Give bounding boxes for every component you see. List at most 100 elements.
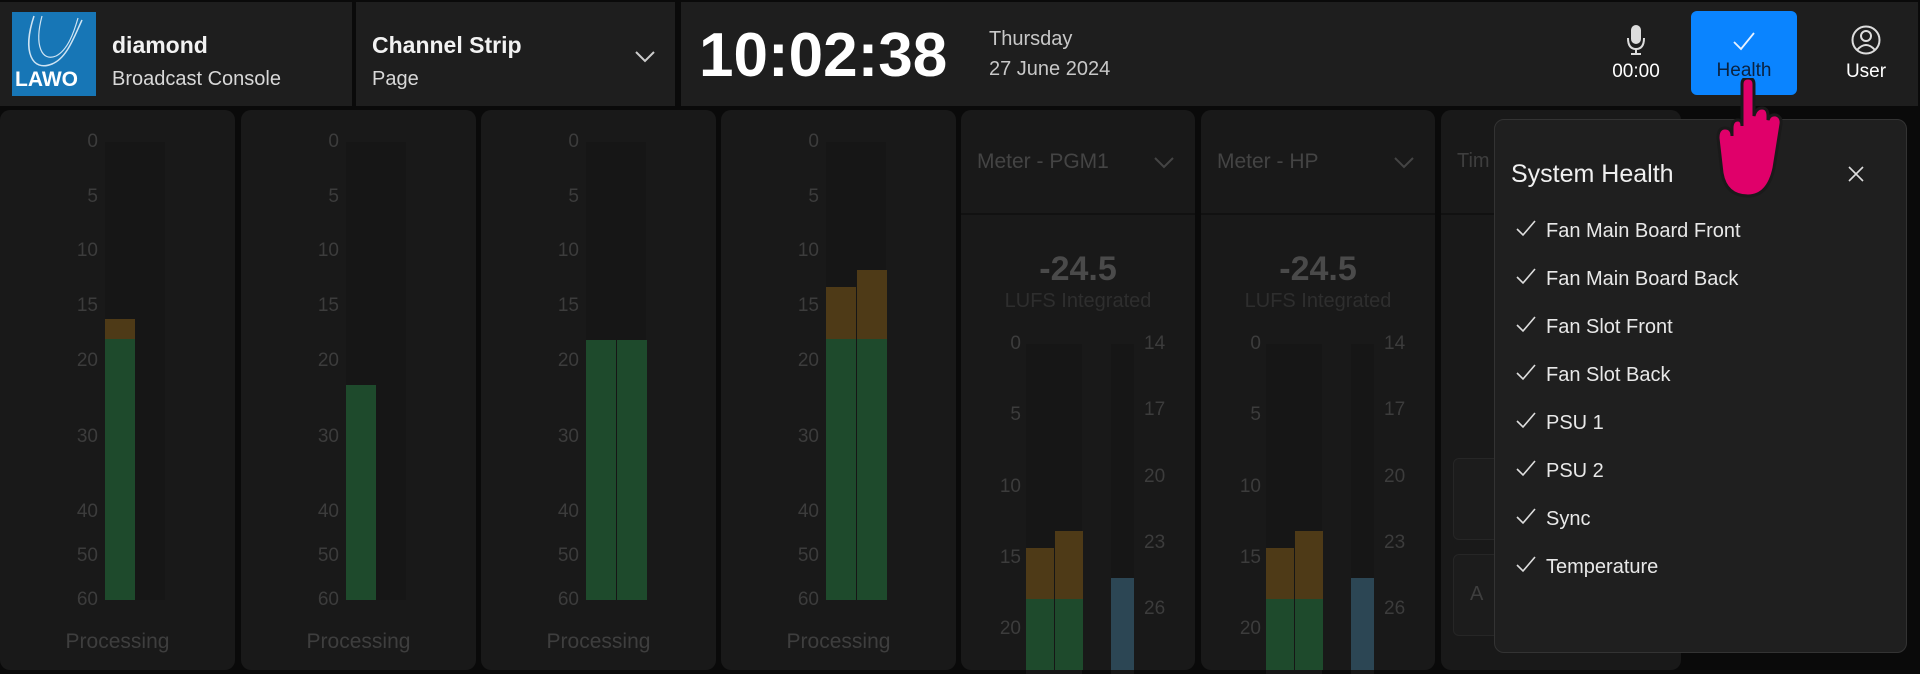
scale-tick-label: 0: [87, 131, 98, 152]
meter-level-bar: [1026, 599, 1054, 670]
page-selector-subtitle: Page: [372, 68, 419, 90]
meter-level-bar: [1266, 599, 1294, 670]
microphone-icon: [1627, 25, 1645, 55]
health-item: Fan Slot Back: [1495, 360, 1671, 390]
mic-button[interactable]: 00:00: [1603, 24, 1669, 83]
clock-date: 27 June 2024: [989, 58, 1111, 80]
scale-tick-label: 0: [1010, 333, 1021, 354]
check-icon: [1515, 507, 1546, 531]
brand-panel: LAWO diamond Broadcast Console: [0, 2, 352, 106]
scale-tick-label: 10: [76, 240, 98, 261]
scale-tick-label: 20: [1144, 465, 1166, 487]
scale-tick-label: 17: [1384, 399, 1406, 421]
meter-level-bar: [1295, 599, 1323, 670]
clock-day: Thursday: [989, 28, 1073, 50]
scale-tick-label: 10: [317, 240, 339, 261]
check-icon: [1515, 411, 1546, 435]
health-item: PSU 1: [1495, 408, 1604, 438]
health-item: Sync: [1495, 504, 1590, 534]
scale-tick-label: 60: [557, 589, 579, 610]
scale-tick-label: 40: [557, 501, 579, 522]
scale-tick-label: 15: [1239, 546, 1261, 568]
scale-tick-label: 40: [76, 501, 98, 522]
scale-tick-label: 40: [797, 501, 819, 522]
close-icon[interactable]: [1847, 165, 1865, 183]
user-button[interactable]: User: [1831, 24, 1901, 83]
scale-tick-label: 0: [1250, 333, 1261, 354]
product-subtitle: Broadcast Console: [112, 68, 281, 90]
processing-strip[interactable]: 0 5 10 15 20 30 40 50 60 Processing: [721, 110, 956, 670]
processing-strip[interactable]: 0 5 10 15 20 30 40 50 60 Processing: [481, 110, 716, 670]
popup-title: System Health: [1511, 160, 1674, 188]
meter-peak-bar: [1295, 530, 1323, 600]
scale-tick-label: 5: [1250, 404, 1261, 426]
scale-tick-label: 20: [999, 618, 1021, 639]
scale-tick-label: 0: [808, 131, 819, 152]
scale-tick-label: 50: [557, 545, 579, 566]
meter-level-bar: [1055, 599, 1083, 670]
meter-strip: Meter - HP -24.5 LUFS Integrated 0 5 10 15 20 14…: [1201, 110, 1435, 674]
scale-tick-label: 20: [317, 350, 339, 371]
scale-tick-label: 60: [797, 589, 819, 610]
scale-tick-label: 30: [76, 426, 98, 447]
partial-strip-title: Tim: [1457, 150, 1490, 172]
chevron-down-icon: [635, 51, 655, 63]
page-selector[interactable]: Channel Strip Page: [356, 2, 675, 106]
meter-peak-bar: [857, 269, 887, 339]
meter-peak-bar: [1026, 547, 1054, 600]
meter-level-bar: [826, 339, 856, 600]
health-item: PSU 2: [1495, 456, 1604, 486]
meter-level-bar: [857, 339, 887, 600]
scale-tick-label: 20: [557, 350, 579, 371]
scale-tick-label: 10: [797, 240, 819, 261]
check-icon: [1515, 363, 1546, 387]
scale-tick-label: 23: [1144, 531, 1166, 553]
meter-level-bar: [617, 340, 647, 600]
scale-tick-label: 5: [808, 186, 819, 207]
scale-tick-label: 10: [1239, 475, 1261, 497]
health-item-label: Temperature: [1546, 555, 1659, 578]
scale-tick-label: 10: [999, 475, 1021, 497]
health-item-label: Fan Slot Front: [1546, 315, 1673, 338]
meter-source-selector[interactable]: Meter - PGM1: [961, 110, 1195, 215]
logo-text: LAWO: [15, 68, 78, 91]
scale-tick-label: 14: [1384, 333, 1406, 354]
scale-tick-label: 20: [76, 350, 98, 371]
lawo-logo: LAWO: [12, 12, 96, 96]
chevron-down-icon: [1153, 156, 1175, 175]
health-item: Fan Main Board Back: [1495, 264, 1738, 294]
scale-tick-label: 20: [797, 350, 819, 371]
scale-tick-label: 5: [1010, 404, 1021, 426]
processing-strip[interactable]: 0 5 10 15 20 30 40 50 60 Processing: [0, 110, 235, 670]
meter-peak-bar: [1266, 547, 1294, 600]
scale-tick-label: 26: [1384, 598, 1406, 619]
processing-strip[interactable]: 0 5 10 15 20 30 40 50 60 Processing: [241, 110, 476, 670]
health-item-label: Fan Main Board Back: [1546, 267, 1739, 290]
scale-tick-label: 5: [568, 186, 579, 207]
scale-tick-label: 0: [568, 131, 579, 152]
check-icon: [1515, 267, 1546, 291]
check-icon: [1515, 555, 1546, 579]
loudness-value: -24.5: [1039, 250, 1117, 288]
health-item-label: PSU 2: [1546, 459, 1604, 482]
scale-tick-label: 40: [317, 501, 339, 522]
user-icon: [1851, 25, 1881, 55]
system-health-popup: System Health Fan Main Board Front Fan Ma…: [1494, 119, 1907, 653]
meter-level-bar: [346, 385, 376, 600]
strip-label: Processing: [306, 630, 411, 653]
scale-tick-label: 23: [1384, 531, 1406, 553]
scale-tick-label: 20: [1384, 465, 1406, 487]
strip-label: Processing: [546, 630, 651, 653]
scale-tick-label: 60: [317, 589, 339, 610]
clock-time: 10:02:38: [699, 21, 948, 90]
meter-peak-bar: [1055, 530, 1083, 600]
scale-tick-label: 15: [797, 295, 819, 316]
meter-title: Meter - HP: [1217, 150, 1319, 173]
strip-label: Processing: [786, 630, 891, 653]
meter-strip: Meter - PGM1 -24.5 LUFS Integrated 0 5 10 15 20…: [961, 110, 1195, 674]
health-item: Temperature: [1495, 552, 1658, 582]
health-item-label: Fan Slot Back: [1546, 363, 1671, 386]
meter-source-selector[interactable]: Meter - HP: [1201, 110, 1435, 215]
loudness-unit: LUFS Integrated: [1244, 290, 1392, 312]
meter-level-bar: [105, 339, 135, 600]
